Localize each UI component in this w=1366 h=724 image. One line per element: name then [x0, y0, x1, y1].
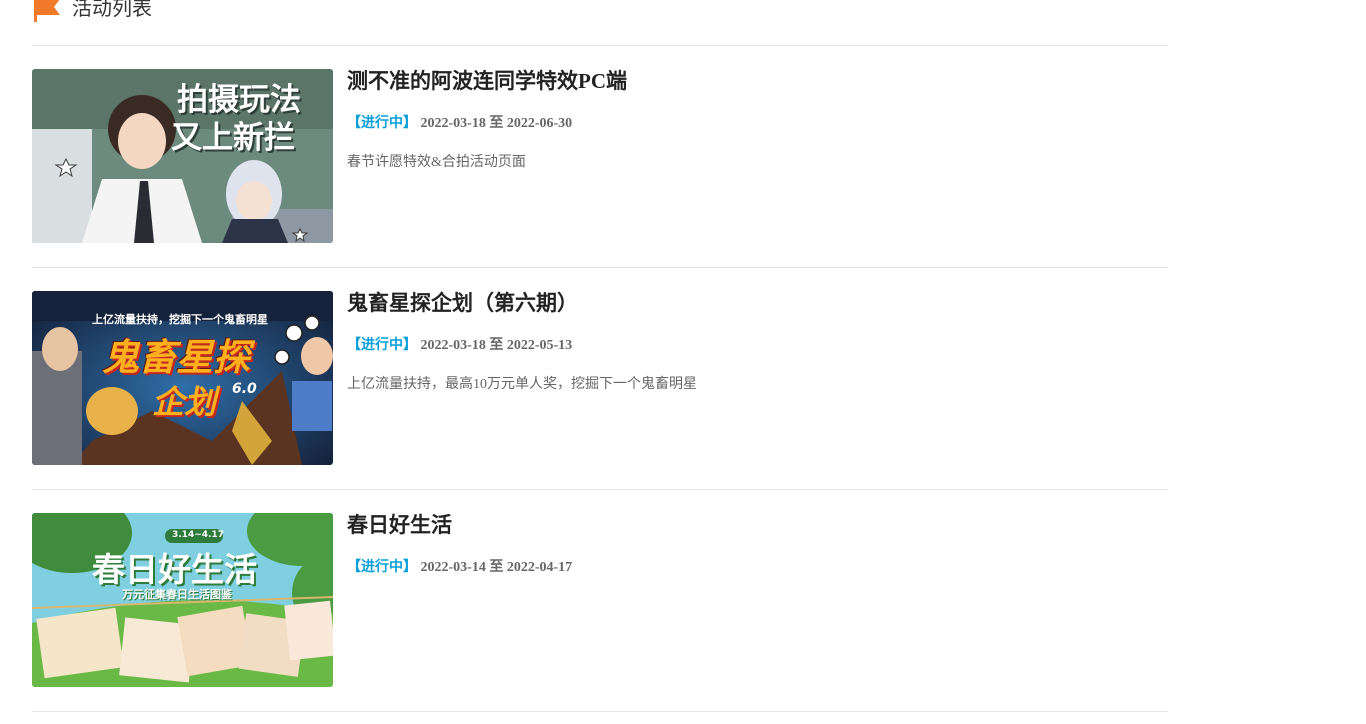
banner-main-text: 春日好生活 [92, 550, 257, 589]
banner-sub-text: 万元征集春日生活图鉴 [122, 588, 232, 601]
activity-title[interactable]: 春日好生活 [347, 510, 452, 540]
activity-thumbnail[interactable]: 拍摄玩法 又上新拦 [32, 69, 333, 243]
activity-status-line: 【进行中】 2022-03-18 至 2022-05-13 [347, 336, 572, 356]
flag-icon [34, 0, 60, 22]
start-date: 2022-03-18 [420, 338, 486, 353]
end-date: 2022-04-17 [506, 560, 573, 575]
date-separator: 至 [489, 338, 504, 353]
page-header: 活动列表 [32, 0, 1168, 46]
date-separator: 至 [489, 116, 504, 131]
page-title: 活动列表 [72, 0, 152, 20]
banner-date-text: 3.14~4.17 [172, 530, 224, 540]
status-badge: 【进行中】 [347, 560, 417, 575]
activity-thumbnail[interactable]: 上亿流量扶持，挖掘下一个鬼畜明星 鬼畜星探 企划 6.0 [32, 291, 333, 465]
status-badge: 【进行中】 [347, 338, 417, 353]
activity-description: 上亿流量扶持，最高10万元单人奖，挖掘下一个鬼畜明星 [347, 377, 697, 392]
start-date: 2022-03-18 [420, 116, 486, 131]
banner-version-text: 6.0 [232, 381, 257, 397]
activity-status-line: 【进行中】 2022-03-14 至 2022-04-17 [347, 558, 572, 578]
activity-list: 拍摄玩法 又上新拦 测不准的阿波连同学特效PC端 【进行中】 2022-03-1… [32, 46, 1168, 712]
end-date: 2022-06-30 [506, 116, 573, 131]
activity-title[interactable]: 鬼畜星探企划（第六期） [347, 288, 578, 318]
banner-text: 拍摄玩法 又上新拦 [171, 82, 301, 156]
activity-status-line: 【进行中】 2022-03-18 至 2022-06-30 [347, 114, 572, 134]
date-separator: 至 [489, 560, 504, 575]
status-badge: 【进行中】 [347, 116, 417, 131]
activity-item[interactable]: 上亿流量扶持，挖掘下一个鬼畜明星 鬼畜星探 企划 6.0 鬼畜星探企划（第六期）… [32, 268, 1168, 490]
activity-title[interactable]: 测不准的阿波连同学特效PC端 [347, 66, 627, 96]
activity-item[interactable]: 拍摄玩法 又上新拦 测不准的阿波连同学特效PC端 【进行中】 2022-03-1… [32, 46, 1168, 268]
end-date: 2022-05-13 [506, 338, 573, 353]
activity-item[interactable]: 3.14~4.17 春日好生活 万元征集春日生活图鉴 春日好生活 【进行中】 2… [32, 490, 1168, 712]
banner-sub-text: 企划 [152, 383, 217, 421]
activity-thumbnail[interactable]: 3.14~4.17 春日好生活 万元征集春日生活图鉴 [32, 513, 333, 687]
banner-top-text: 上亿流量扶持，挖掘下一个鬼畜明星 [92, 313, 268, 326]
banner-main-text: 鬼畜星探 [102, 336, 250, 379]
start-date: 2022-03-14 [420, 560, 486, 575]
activity-description: 春节许愿特效&合拍活动页面 [347, 155, 526, 170]
